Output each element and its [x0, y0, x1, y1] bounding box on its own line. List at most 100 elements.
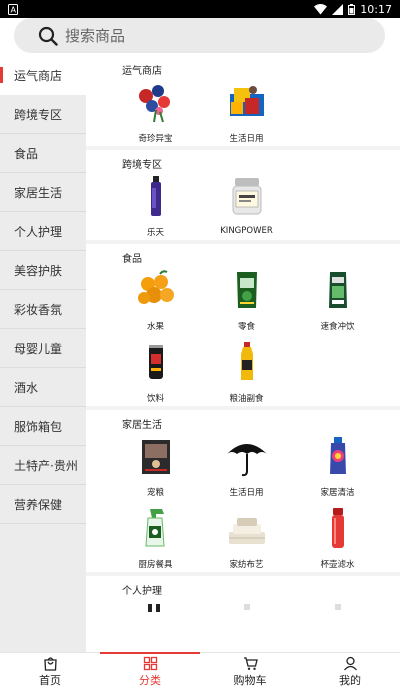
- sidebar-item-lucky-store[interactable]: 运气商店: [0, 56, 86, 95]
- subcategory-item[interactable]: 水果: [110, 262, 201, 334]
- subcategory-item[interactable]: 饮料: [110, 334, 201, 406]
- tab-home[interactable]: 首页: [0, 653, 100, 690]
- category-section: 家居生活 宠粮 生活日用 家居清洁 厨房餐具 家纺布艺 杯壶滤水: [86, 410, 400, 576]
- section-title: 家居生活: [122, 420, 162, 431]
- tab-category[interactable]: 分类: [100, 652, 200, 690]
- product-thumb: [132, 598, 180, 646]
- fruit-icon: [132, 266, 180, 314]
- drink-pack-icon: [314, 266, 362, 314]
- sidebar-item-label: 酒水: [14, 380, 39, 395]
- subcategory-label: 水果: [146, 322, 164, 332]
- sidebar-item-label: 美容护肤: [14, 263, 63, 278]
- subcategory-label: 乐天: [146, 228, 164, 238]
- subcategory-item[interactable]: [201, 594, 292, 652]
- subcategory-label: 零食: [237, 322, 255, 332]
- subcategory-item[interactable]: 速食冲饮: [292, 262, 383, 334]
- sidebar-item-label: 服饰箱包: [14, 419, 63, 434]
- sidebar-item-label: 运气商店: [14, 68, 63, 83]
- search-box[interactable]: [14, 18, 385, 53]
- section-title: 跨境专区: [122, 160, 162, 171]
- sidebar-item-label: 跨境专区: [14, 107, 63, 122]
- status-time: 10:17: [360, 2, 392, 16]
- subcategory-item[interactable]: 杯壶滤水: [292, 500, 383, 572]
- category-sidebar: 运气商店 跨境专区 食品 家居生活 个人护理 美容护肤 彩妆香氛 母婴儿童 酒水…: [0, 56, 86, 652]
- cart-icon: [243, 656, 258, 670]
- tab-profile[interactable]: 我的: [300, 653, 400, 690]
- umbrella-icon: [223, 432, 271, 480]
- subcategory-item[interactable]: [110, 594, 201, 652]
- status-bar: A 10:17: [0, 0, 400, 18]
- tab-cart[interactable]: 购物车: [200, 653, 300, 690]
- subcategory-label: 奇珍异宝: [138, 134, 173, 144]
- spray-icon: [132, 504, 180, 552]
- can-icon: [132, 338, 180, 386]
- subcategory-item[interactable]: 零食: [201, 262, 292, 334]
- subcategory-label: 速食冲饮: [320, 322, 355, 332]
- cleaner-icon: [314, 432, 362, 480]
- product-thumb: [223, 598, 271, 646]
- section-title: 运气商店: [122, 66, 162, 77]
- sidebar-item-home-living[interactable]: 家居生活: [0, 173, 86, 212]
- search-input[interactable]: [65, 26, 325, 45]
- sidebar-item-makeup[interactable]: 彩妆香氛: [0, 290, 86, 329]
- subcategory-item[interactable]: 宠粮: [110, 428, 201, 500]
- sidebar-item-label: 母婴儿童: [14, 341, 63, 356]
- subcategory-item[interactable]: 生活日用: [201, 74, 292, 146]
- subcategory-label: 饮料: [146, 394, 164, 404]
- sidebar-item-baby[interactable]: 母婴儿童: [0, 329, 86, 368]
- subcategory-item[interactable]: [292, 594, 383, 652]
- subcategory-item[interactable]: 厨房餐具: [110, 500, 201, 572]
- gift-box-icon: [223, 78, 271, 126]
- sidebar-item-label: 土特产·贵州: [14, 458, 78, 473]
- wifi-icon: [314, 3, 328, 14]
- tab-label: 分类: [139, 673, 161, 687]
- subcategory-label: 家居清洁: [320, 488, 355, 498]
- sidebar-item-label: 个人护理: [14, 224, 63, 239]
- sidebar-item-skincare[interactable]: 美容护肤: [0, 251, 86, 290]
- subcategory-item[interactable]: 乐天: [110, 168, 201, 240]
- tab-label: 我的: [339, 673, 361, 687]
- subcategory-label: 厨房餐具: [138, 560, 173, 570]
- sidebar-item-liquor[interactable]: 酒水: [0, 368, 86, 407]
- subcategory-item[interactable]: 家纺布艺: [201, 500, 292, 572]
- user-icon: [343, 656, 357, 670]
- sidebar-item-label: 食品: [14, 146, 39, 161]
- bottle-icon: [132, 172, 180, 220]
- subcategory-item[interactable]: 粮油副食: [201, 334, 292, 406]
- notification-icon: A: [8, 3, 18, 15]
- search-icon: [38, 26, 58, 46]
- subcategory-label: 杯壶滤水: [320, 560, 355, 570]
- svg-text:A: A: [11, 5, 17, 14]
- partial-product-row: [86, 594, 400, 652]
- category-section: 运气商店 奇珍异宝 生活日用: [86, 56, 400, 150]
- jar-icon: [223, 172, 271, 220]
- subcategory-label: KINGPOWER: [220, 226, 273, 236]
- category-content: 运气商店 奇珍异宝 生活日用 跨境专区 乐天 KINGPOWER 食品 水果 零…: [86, 56, 400, 652]
- section-title: 个人护理: [122, 586, 162, 597]
- tab-label: 购物车: [233, 673, 267, 687]
- subcategory-label: 家纺布艺: [229, 560, 264, 570]
- battery-icon: [348, 3, 356, 15]
- category-section: 跨境专区 乐天 KINGPOWER: [86, 150, 400, 244]
- subcategory-item[interactable]: 奇珍异宝: [110, 74, 201, 146]
- sidebar-item-local-specialty[interactable]: 土特产·贵州: [0, 446, 86, 485]
- sidebar-item-nutrition[interactable]: 营养保健: [0, 485, 86, 524]
- sidebar-item-label: 营养保健: [14, 497, 63, 512]
- subcategory-item[interactable]: KINGPOWER: [201, 168, 292, 240]
- sidebar-item-personal-care[interactable]: 个人护理: [0, 212, 86, 251]
- towel-icon: [223, 504, 271, 552]
- sidebar-item-apparel[interactable]: 服饰箱包: [0, 407, 86, 446]
- home-bag-icon: [43, 656, 57, 671]
- section-title: 食品: [122, 254, 142, 265]
- subcategory-item[interactable]: 家居清洁: [292, 428, 383, 500]
- search-bar: [0, 18, 400, 56]
- bottom-tab-bar: 首页 分类 购物车 我的: [0, 652, 400, 690]
- subcategory-label: 生活日用: [229, 134, 264, 144]
- subcategory-item[interactable]: 生活日用: [201, 428, 292, 500]
- sidebar-item-cross-border[interactable]: 跨境专区: [0, 95, 86, 134]
- subcategory-label: 生活日用: [229, 488, 264, 498]
- sidebar-item-label: 家居生活: [14, 185, 63, 200]
- product-thumb: [314, 598, 362, 646]
- sidebar-item-food[interactable]: 食品: [0, 134, 86, 173]
- category-section: 食品 水果 零食 速食冲饮 饮料 粮油副食: [86, 244, 400, 410]
